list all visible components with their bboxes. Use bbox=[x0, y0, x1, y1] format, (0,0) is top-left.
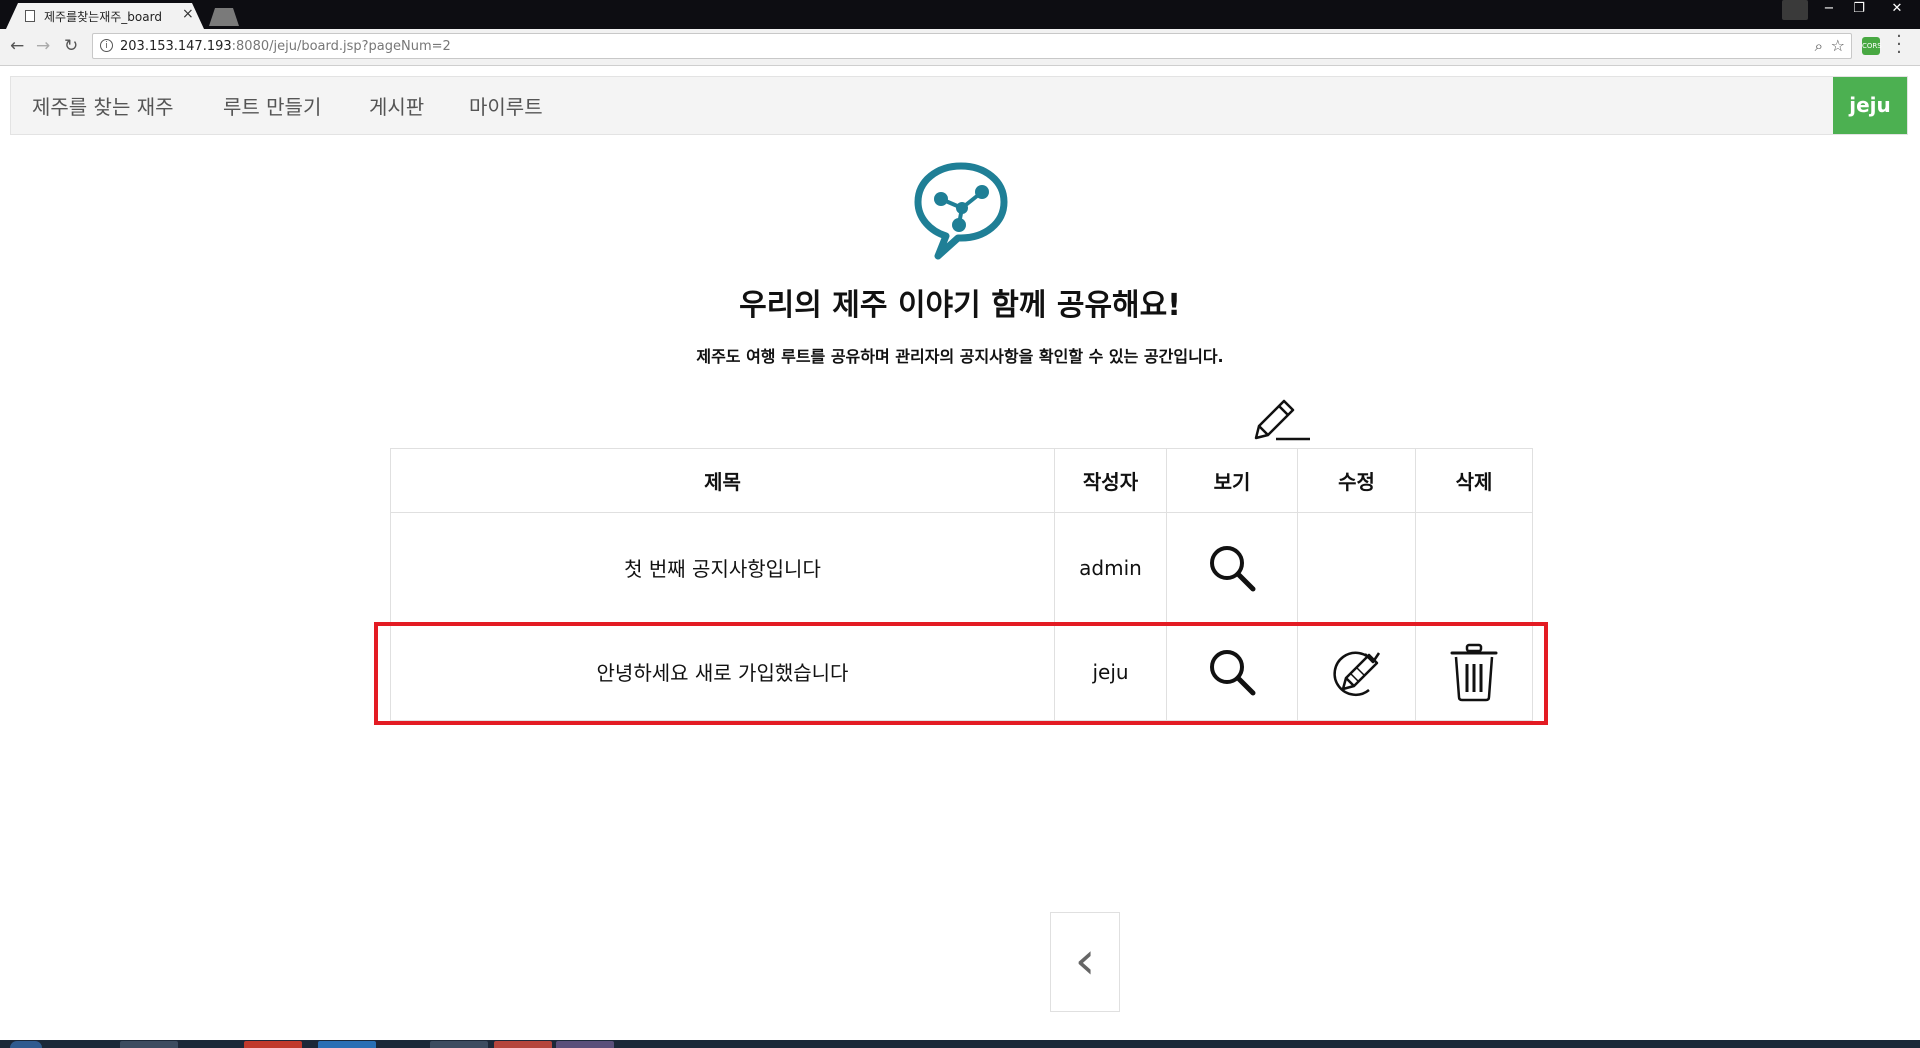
tab-title: 제주를찾는재주_board bbox=[44, 10, 162, 24]
taskbar-item[interactable] bbox=[318, 1041, 376, 1048]
delete-cell-empty bbox=[1415, 512, 1533, 623]
tab-close-icon[interactable]: × bbox=[182, 6, 194, 22]
page-title: 우리의 제주 이야기 함께 공유해요! bbox=[739, 288, 1181, 323]
nav-item-board[interactable]: 게시판 bbox=[369, 91, 424, 120]
reload-icon[interactable]: ↻ bbox=[64, 37, 78, 55]
column-author: 작성자 bbox=[1054, 448, 1167, 513]
zoom-icon[interactable]: ⌕ bbox=[1815, 37, 1823, 55]
table-row: 첫 번째 공지사항입니다 admin bbox=[390, 512, 1533, 623]
bookmark-star-icon[interactable]: ☆ bbox=[1831, 36, 1845, 55]
address-bar[interactable]: i 203.153.147.193:8080/jeju/board.jsp?pa… bbox=[92, 33, 1852, 59]
browser-tab-strip: 제주를찾는재주_board × − ❐ ✕ bbox=[0, 0, 1920, 29]
page-subtitle: 제주도 여행 루트를 공유하며 관리자의 공지사항을 확인할 수 있는 공간입니… bbox=[696, 347, 1224, 366]
browser-tab[interactable]: 제주를찾는재주_board × bbox=[6, 3, 204, 29]
table-header-row: 제목 작성자 보기 수정 삭제 bbox=[390, 448, 1533, 513]
taskbar-item[interactable] bbox=[120, 1041, 178, 1048]
nav-brand[interactable]: 제주를 찾는 재주 bbox=[32, 91, 174, 120]
browser-toolbar: ← → ↻ i 203.153.147.193:8080/jeju/board.… bbox=[0, 28, 1920, 66]
forward-arrow-icon[interactable]: → bbox=[36, 37, 50, 55]
highlight-box bbox=[374, 622, 1548, 725]
nav-item-myroute[interactable]: 마이루트 bbox=[469, 91, 543, 120]
magnifier-icon[interactable] bbox=[1206, 542, 1258, 594]
restore-button[interactable]: ❐ bbox=[1844, 0, 1874, 20]
taskbar-item[interactable] bbox=[244, 1041, 302, 1048]
view-cell bbox=[1166, 512, 1298, 623]
info-icon[interactable]: i bbox=[100, 39, 113, 52]
nav-item-route[interactable]: 루트 만들기 bbox=[223, 91, 321, 120]
close-window-button[interactable]: ✕ bbox=[1874, 0, 1920, 20]
browser-menu-icon[interactable]: · · · bbox=[1895, 28, 1903, 62]
window-controls: − ❐ ✕ bbox=[1782, 0, 1920, 20]
chat-share-logo-icon bbox=[914, 162, 1008, 260]
os-taskbar bbox=[0, 1040, 1920, 1048]
minimize-button[interactable]: − bbox=[1814, 0, 1844, 20]
taskbar-item[interactable] bbox=[430, 1041, 488, 1048]
cors-extension-icon[interactable]: CORS bbox=[1862, 37, 1882, 55]
prev-page-button[interactable]: ‹ bbox=[1050, 912, 1120, 1012]
edit-cell-empty bbox=[1297, 512, 1416, 623]
column-view: 보기 bbox=[1166, 448, 1298, 513]
back-arrow-icon[interactable]: ← bbox=[10, 37, 24, 55]
pencil-write-icon[interactable] bbox=[1250, 396, 1312, 444]
row-title[interactable]: 첫 번째 공지사항입니다 bbox=[390, 512, 1055, 623]
taskbar-item[interactable] bbox=[494, 1041, 552, 1048]
page-icon bbox=[25, 10, 35, 22]
new-tab-button[interactable] bbox=[209, 8, 239, 26]
user-button[interactable]: jeju bbox=[1833, 77, 1907, 134]
column-delete: 삭제 bbox=[1415, 448, 1533, 513]
taskbar-item[interactable] bbox=[556, 1041, 614, 1048]
row-author: admin bbox=[1054, 512, 1167, 623]
start-button[interactable] bbox=[10, 1041, 42, 1048]
address-url[interactable]: 203.153.147.193:8080/jeju/board.jsp?page… bbox=[120, 39, 451, 54]
site-navbar: 제주를 찾는 재주 루트 만들기 게시판 마이루트 jeju bbox=[10, 76, 1908, 135]
user-profile-icon[interactable] bbox=[1782, 0, 1808, 20]
column-title: 제목 bbox=[390, 448, 1055, 513]
column-edit: 수정 bbox=[1297, 448, 1416, 513]
